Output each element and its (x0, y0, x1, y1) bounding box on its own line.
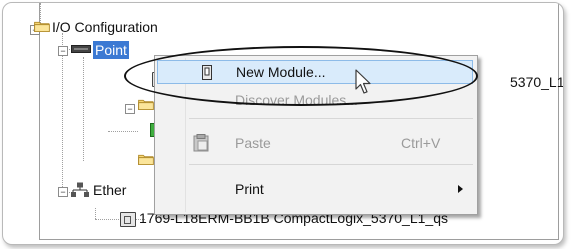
tree-node-label: 5370_L1_qs (510, 74, 564, 90)
backplane-icon (71, 45, 91, 53)
folder-icon (138, 154, 154, 165)
collapse-point-io-toggle[interactable]: − (58, 46, 68, 56)
submenu-arrow-icon (458, 185, 463, 193)
menu-item-paste[interactable]: Paste Ctrl+V (157, 131, 473, 155)
clipboard-icon (193, 134, 209, 152)
tree-node-io-configuration[interactable]: I/O Configuration (52, 18, 158, 36)
screenshot-frame: − I/O Configuration − Point [0 5370_L1_q… (2, 2, 564, 245)
menu-separator (189, 118, 473, 119)
folder-icon (138, 99, 154, 110)
folder-icon (34, 21, 50, 32)
callout-ellipse (124, 46, 478, 106)
menu-item-label: Paste (235, 135, 271, 151)
menu-item-label: Print (235, 181, 264, 197)
module-icon (120, 212, 136, 227)
tree-node-ethernet[interactable]: Ether (93, 181, 126, 199)
tree-node-local-module-suffix: 5370_L1_qs (510, 73, 564, 91)
network-icon (71, 182, 89, 197)
tree-node-label: I/O Configuration (52, 19, 158, 35)
collapse-ethernet-toggle[interactable]: − (58, 187, 68, 197)
tree-connector (62, 33, 63, 193)
tree-node-label: Ether (93, 182, 127, 198)
menu-item-shortcut: Ctrl+V (401, 135, 441, 151)
collapse-embedded-toggle[interactable]: − (125, 104, 135, 114)
mouse-pointer-icon (355, 69, 371, 94)
menu-item-print[interactable]: Print (157, 177, 473, 201)
tree-node-point-io[interactable]: Point (93, 41, 129, 59)
menu-separator (189, 164, 473, 165)
